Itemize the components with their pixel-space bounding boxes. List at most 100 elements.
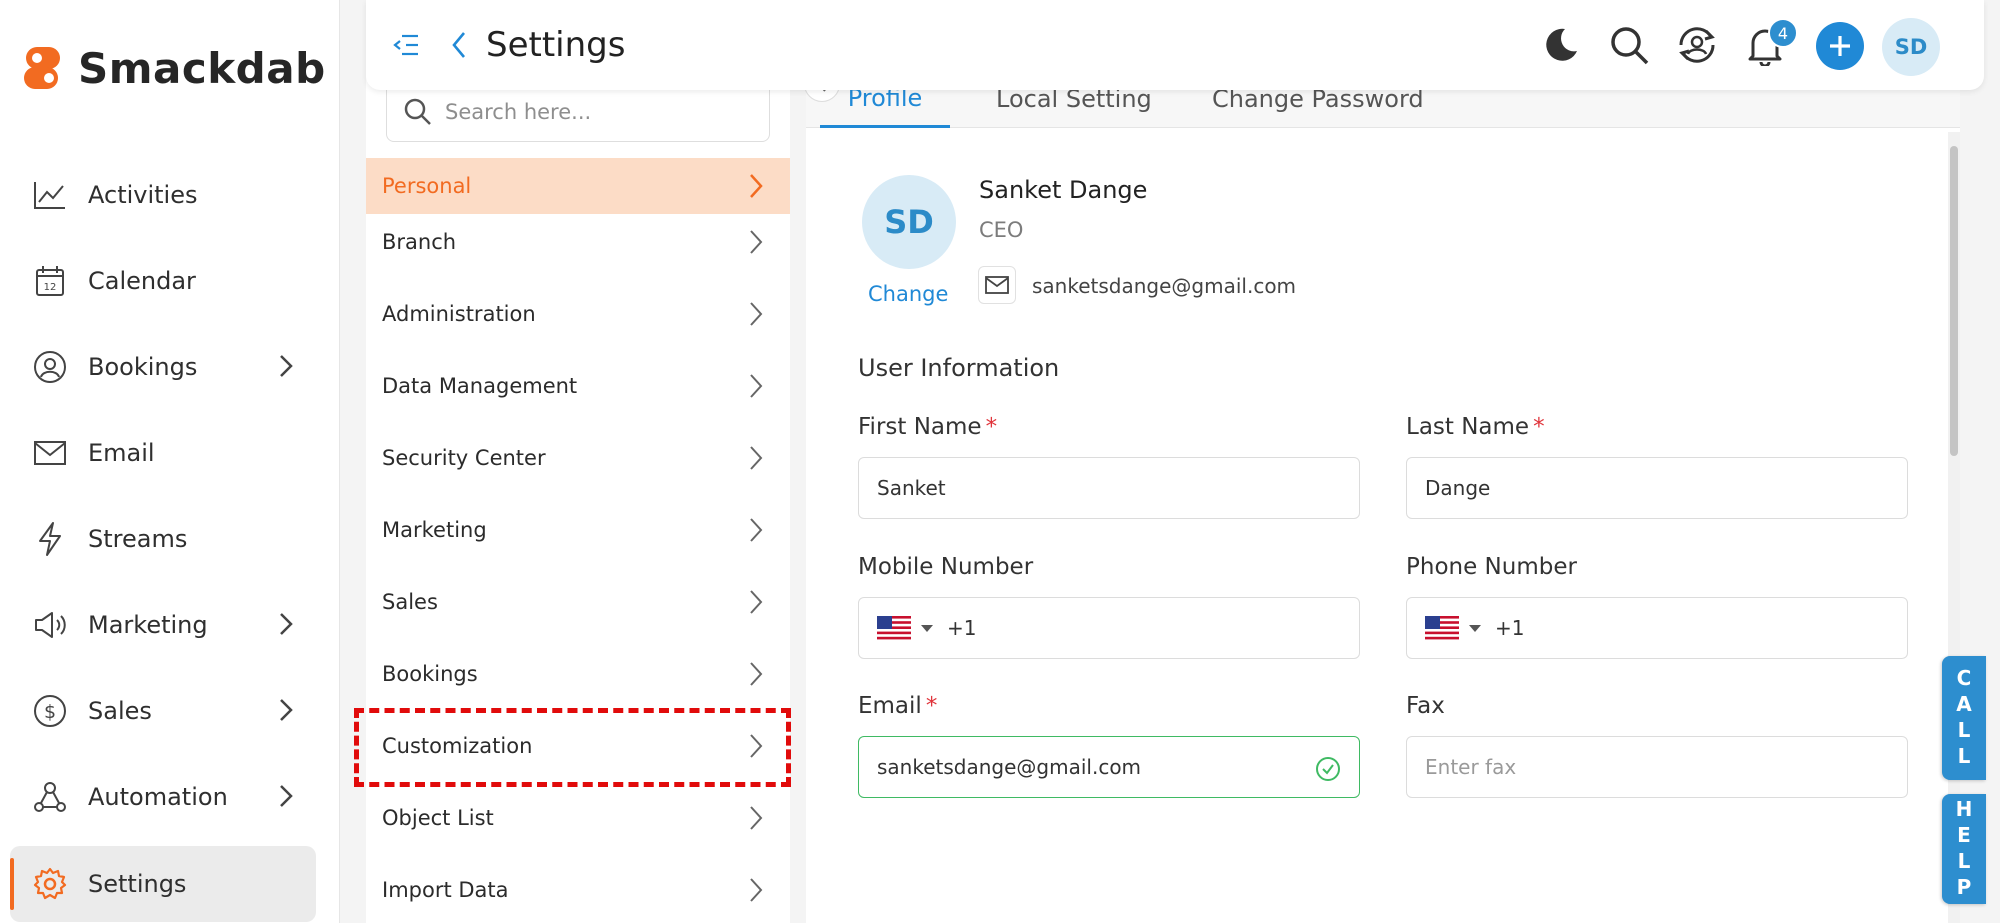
us-flag-icon[interactable] <box>877 616 911 640</box>
field-label-text: Email <box>858 693 922 719</box>
svg-text:12: 12 <box>44 282 57 293</box>
sidebar-item-sales[interactable]: $ Sales <box>10 673 316 749</box>
user-circle-icon <box>32 349 68 385</box>
settings-item-personal[interactable]: Personal <box>366 158 790 214</box>
settings-item-security-center[interactable]: Security Center <box>366 430 790 486</box>
back-arrow-icon[interactable] <box>450 30 468 60</box>
settings-item-sales[interactable]: Sales <box>366 574 790 630</box>
sidebar-item-bookings[interactable]: Bookings <box>10 329 316 405</box>
sidebar-item-streams[interactable]: Streams <box>10 501 316 577</box>
change-avatar-link[interactable]: Change <box>868 282 948 306</box>
phone-number-field[interactable]: +1 <box>1406 597 1908 659</box>
settings-item-import-data[interactable]: Import Data <box>366 862 790 918</box>
activity-chart-icon <box>32 177 68 213</box>
fax-field[interactable]: Enter fax <box>1406 736 1908 798</box>
chevron-right-icon <box>750 518 763 542</box>
settings-item-label: Customization <box>382 734 533 758</box>
required-marker: * <box>1533 414 1545 440</box>
header-search-button[interactable] <box>1606 22 1652 68</box>
required-marker: * <box>925 693 938 719</box>
settings-menu-panel: Search here... Personal Branch Administr… <box>366 70 790 923</box>
sidebar-item-marketing[interactable]: Marketing <box>10 587 316 663</box>
settings-item-bookings[interactable]: Bookings <box>366 646 790 702</box>
sidebar-item-calendar[interactable]: 12 Calendar <box>10 243 316 319</box>
country-dropdown-caret-icon[interactable] <box>1469 624 1481 632</box>
top-header: Settings 4 SD <box>366 0 1984 90</box>
settings-item-label: Import Data <box>382 878 509 902</box>
app-logo[interactable]: Smackdab <box>22 44 326 93</box>
profile-email: sanketsdange@gmail.com <box>1032 274 1297 298</box>
profile-content-panel: Profile Local Setting Change Password SD… <box>804 66 1960 923</box>
dark-mode-toggle[interactable] <box>1538 22 1584 68</box>
sidebar-item-label: Settings <box>88 870 187 898</box>
country-dropdown-caret-icon[interactable] <box>921 624 933 632</box>
last-name-value: Dange <box>1425 476 1491 500</box>
required-marker: * <box>985 414 998 440</box>
sidebar-item-label: Bookings <box>88 353 198 381</box>
sidebar-item-settings[interactable]: Settings <box>10 846 316 922</box>
settings-search-input[interactable]: Search here... <box>386 82 770 142</box>
settings-item-label: Security Center <box>382 446 546 470</box>
page-title: Settings <box>486 25 626 65</box>
search-icon <box>404 98 431 125</box>
smackdab-logo-icon <box>24 46 60 89</box>
settings-item-customization[interactable]: Customization <box>366 718 790 774</box>
dollar-circle-icon: $ <box>32 693 68 729</box>
content-scrollbar-thumb[interactable] <box>1950 146 1958 456</box>
chevron-right-icon <box>750 878 763 902</box>
sidebar-item-label: Sales <box>88 697 152 725</box>
settings-item-label: Branch <box>382 230 457 254</box>
chevron-right-icon <box>750 662 763 686</box>
mobile-number-label: Mobile Number <box>858 554 1034 580</box>
profile-name: Sanket Dange <box>979 176 1148 204</box>
email-label: Email * <box>858 693 937 719</box>
sidebar-item-label: Calendar <box>88 267 196 295</box>
user-sync-button[interactable] <box>1674 22 1720 68</box>
sidebar-item-automation[interactable]: Automation <box>10 759 316 835</box>
mail-icon <box>978 266 1016 304</box>
first-name-field[interactable]: Sanket <box>858 457 1360 519</box>
sidebar-item-activities[interactable]: Activities <box>10 157 316 233</box>
notification-count-badge: 4 <box>1768 18 1798 48</box>
add-new-button[interactable] <box>1816 22 1864 70</box>
automation-icon <box>32 779 68 815</box>
email-field[interactable]: sanketsdange@gmail.com <box>858 736 1360 798</box>
field-label-text: First Name <box>858 414 982 440</box>
mobile-number-field[interactable]: +1 <box>858 597 1360 659</box>
last-name-field[interactable]: Dange <box>1406 457 1908 519</box>
notifications-button[interactable]: 4 <box>1742 18 1798 68</box>
fax-placeholder: Enter fax <box>1425 755 1517 779</box>
settings-item-label: Personal <box>382 174 472 198</box>
settings-item-object-list[interactable]: Object List <box>366 790 790 846</box>
help-side-button[interactable]: HELP <box>1942 794 1986 904</box>
sidebar-item-email[interactable]: Email <box>10 415 316 491</box>
profile-avatar: SD <box>862 175 956 269</box>
settings-item-label: Object List <box>382 806 494 830</box>
user-sync-icon <box>1679 27 1715 63</box>
settings-item-label: Marketing <box>382 518 487 542</box>
phone-number-label: Phone Number <box>1406 554 1577 580</box>
svg-text:$: $ <box>44 701 56 723</box>
chevron-right-icon <box>750 446 763 470</box>
settings-item-label: Administration <box>382 302 536 326</box>
first-name-label: First Name * <box>858 414 997 440</box>
settings-item-administration[interactable]: Administration <box>366 286 790 342</box>
settings-item-label: Sales <box>382 590 438 614</box>
chevron-right-icon <box>750 374 763 398</box>
user-avatar[interactable]: SD <box>1882 18 1940 76</box>
settings-item-data-management[interactable]: Data Management <box>366 358 790 414</box>
email-value: sanketsdange@gmail.com <box>877 755 1142 779</box>
gear-icon <box>32 866 68 902</box>
call-side-button[interactable]: CALL <box>1942 656 1986 780</box>
settings-item-branch[interactable]: Branch <box>366 214 790 270</box>
settings-item-marketing[interactable]: Marketing <box>366 502 790 558</box>
us-flag-icon[interactable] <box>1425 616 1459 640</box>
bolt-icon <box>32 521 68 557</box>
chevron-right-icon <box>280 613 293 635</box>
mobile-country-code: +1 <box>947 616 977 640</box>
collapse-menu-icon[interactable] <box>392 32 420 58</box>
settings-item-label: Bookings <box>382 662 478 686</box>
chevron-right-icon <box>280 355 293 377</box>
megaphone-icon <box>32 607 68 643</box>
field-label-text: Last Name <box>1406 414 1530 440</box>
